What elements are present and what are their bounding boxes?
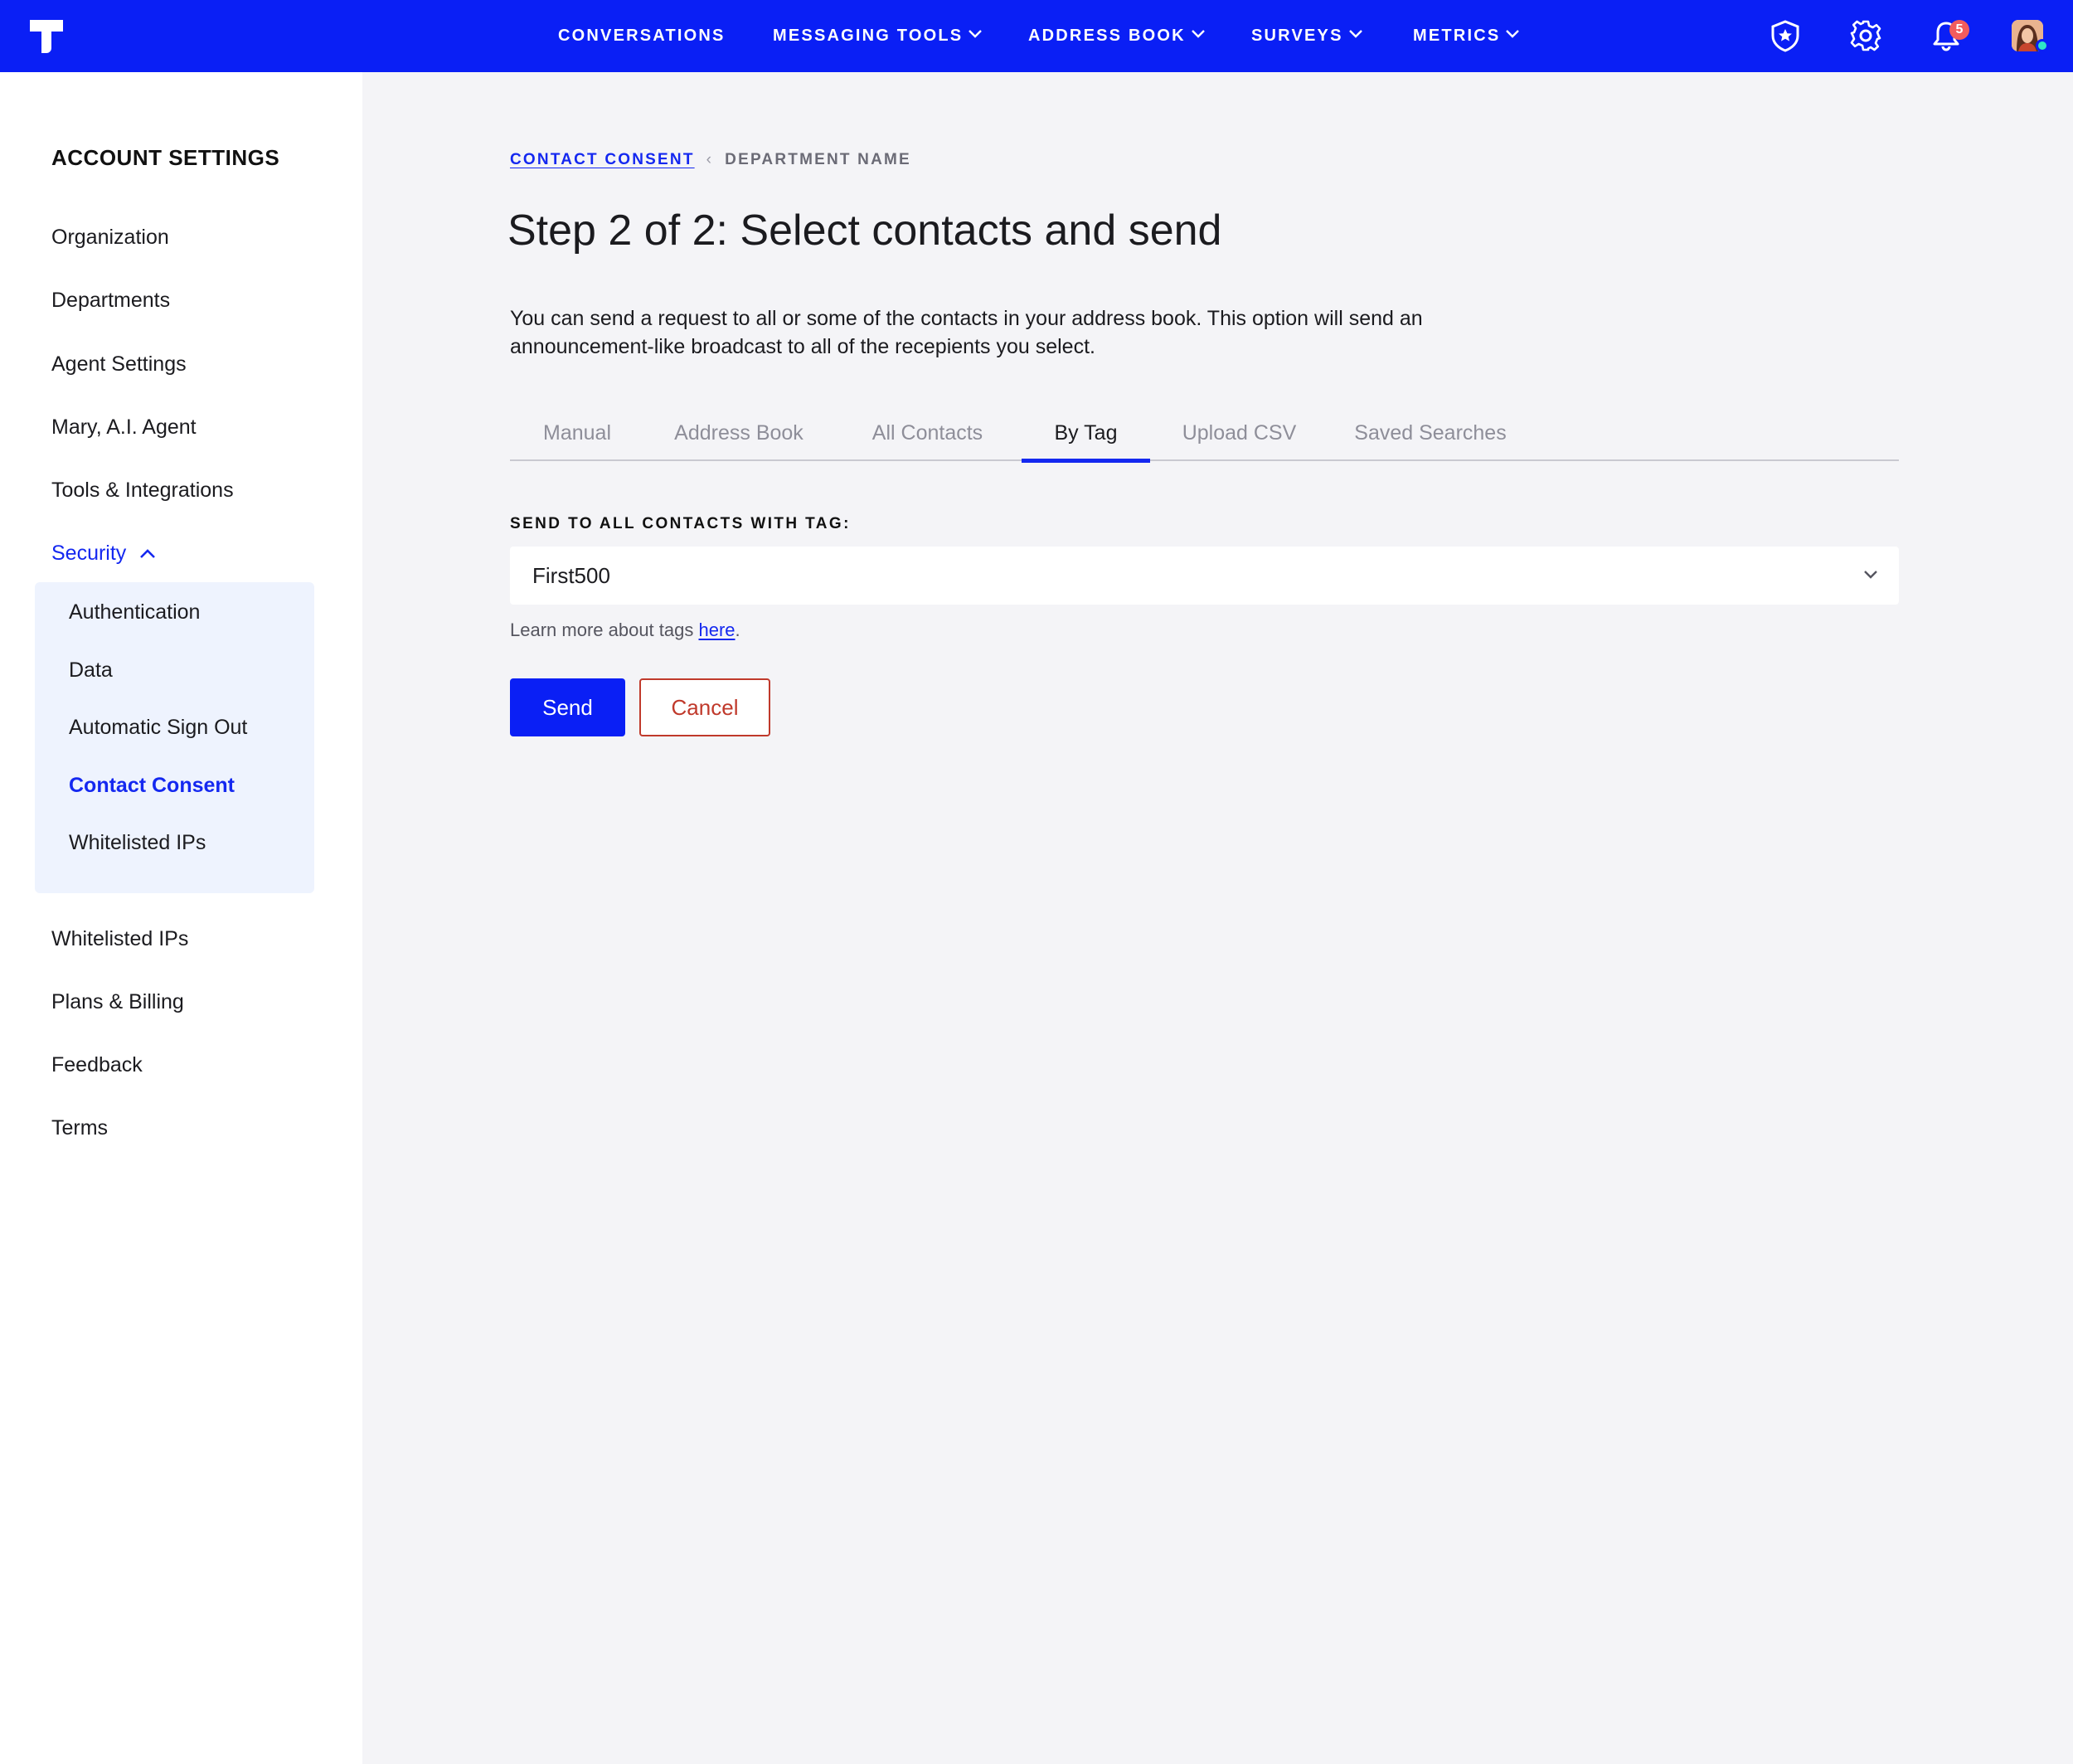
tab-all-contacts[interactable]: All Contacts (833, 415, 1022, 461)
chevron-up-icon (140, 549, 156, 558)
helper-text: Learn more about tags (510, 620, 699, 640)
tag-helper-text: Learn more about tags here. (510, 620, 740, 641)
sidebar-item-tools-integrations[interactable]: Tools & Integrations (51, 479, 234, 503)
sidebar-item-plans-billing[interactable]: Plans & Billing (51, 990, 184, 1014)
nav-address-book-label: ADDRESS BOOK (1028, 27, 1186, 45)
sidebar-item-feedback[interactable]: Feedback (51, 1053, 143, 1077)
account-settings-sidebar: ACCOUNT SETTINGS Organization Department… (0, 72, 362, 1764)
nav-conversations[interactable]: CONVERSATIONS (558, 0, 726, 72)
chevron-down-icon (969, 29, 983, 38)
sidebar-item-security-label: Security (51, 542, 127, 565)
cancel-button[interactable]: Cancel (639, 678, 770, 736)
sidebar-item-agent-settings[interactable]: Agent Settings (51, 352, 187, 377)
submenu-item-whitelisted-ips[interactable]: Whitelisted IPs (69, 831, 206, 855)
security-submenu: Authentication Data Automatic Sign Out C… (35, 582, 314, 893)
tab-address-book[interactable]: Address Book (644, 415, 833, 461)
nav-address-book[interactable]: ADDRESS BOOK (1028, 0, 1206, 72)
page-title: Step 2 of 2: Select contacts and send (507, 207, 1222, 255)
recipient-tabs: Manual Address Book All Contacts By Tag … (510, 415, 1899, 463)
helper-period: . (735, 620, 740, 640)
chevron-down-icon (1191, 29, 1205, 38)
submenu-item-authentication[interactable]: Authentication (69, 600, 200, 624)
notification-count-badge: 5 (1949, 20, 1969, 40)
tab-saved-searches[interactable]: Saved Searches (1328, 415, 1532, 461)
chevron-down-icon (1506, 29, 1520, 38)
sidebar-item-organization[interactable]: Organization (51, 226, 169, 250)
nav-surveys-label: SURVEYS (1251, 27, 1343, 45)
online-status-dot (2036, 39, 2049, 52)
nav-metrics[interactable]: METRICS (1413, 0, 1520, 72)
nav-surveys[interactable]: SURVEYS (1251, 0, 1363, 72)
submenu-item-contact-consent[interactable]: Contact Consent (69, 774, 235, 798)
sidebar-item-whitelisted-ips[interactable]: Whitelisted IPs (51, 927, 188, 951)
settings-button[interactable] (1847, 17, 1885, 55)
tab-upload-csv[interactable]: Upload CSV (1150, 415, 1328, 461)
sidebar-heading: ACCOUNT SETTINGS (51, 145, 280, 170)
breadcrumb-current: DEPARTMENT NAME (725, 151, 911, 168)
nav-messaging-tools-label: MESSAGING TOOLS (773, 27, 964, 45)
sidebar-item-ai-agent[interactable]: Mary, A.I. Agent (51, 415, 197, 440)
tab-manual[interactable]: Manual (510, 415, 644, 461)
breadcrumb-separator-icon: ‹ (706, 151, 714, 168)
gear-icon (1850, 20, 1881, 51)
chevron-down-icon (1348, 29, 1362, 38)
tags-help-link[interactable]: here (698, 620, 735, 640)
tab-by-tag[interactable]: By Tag (1022, 415, 1150, 463)
tag-field-label: SEND TO ALL CONTACTS WITH TAG: (510, 515, 851, 532)
sidebar-item-departments[interactable]: Departments (51, 289, 170, 313)
breadcrumb-link-contact-consent[interactable]: CONTACT CONSENT (510, 151, 695, 169)
tag-select[interactable]: First500 (510, 547, 1899, 605)
nav-metrics-label: METRICS (1413, 27, 1501, 45)
submenu-item-data[interactable]: Data (69, 658, 113, 683)
page-description: You can send a request to all or some of… (510, 307, 1423, 358)
nav-conversations-label: CONVERSATIONS (558, 27, 726, 45)
nav-messaging-tools[interactable]: MESSAGING TOOLS (773, 0, 983, 72)
sidebar-item-terms[interactable]: Terms (51, 1116, 108, 1140)
shield-star-button[interactable] (1766, 17, 1804, 55)
tag-select-value: First500 (532, 562, 610, 588)
top-navigation-bar: CONVERSATIONS MESSAGING TOOLS ADDRESS BO… (0, 0, 2073, 72)
sidebar-item-security[interactable]: Security (51, 542, 156, 566)
logo-icon[interactable] (28, 18, 65, 55)
shield-star-icon (1771, 20, 1799, 52)
chevron-down-icon (1864, 571, 1877, 579)
breadcrumb: CONTACT CONSENT ‹ DEPARTMENT NAME (510, 151, 911, 169)
send-button[interactable]: Send (510, 678, 625, 736)
submenu-item-automatic-sign-out[interactable]: Automatic Sign Out (69, 716, 247, 740)
